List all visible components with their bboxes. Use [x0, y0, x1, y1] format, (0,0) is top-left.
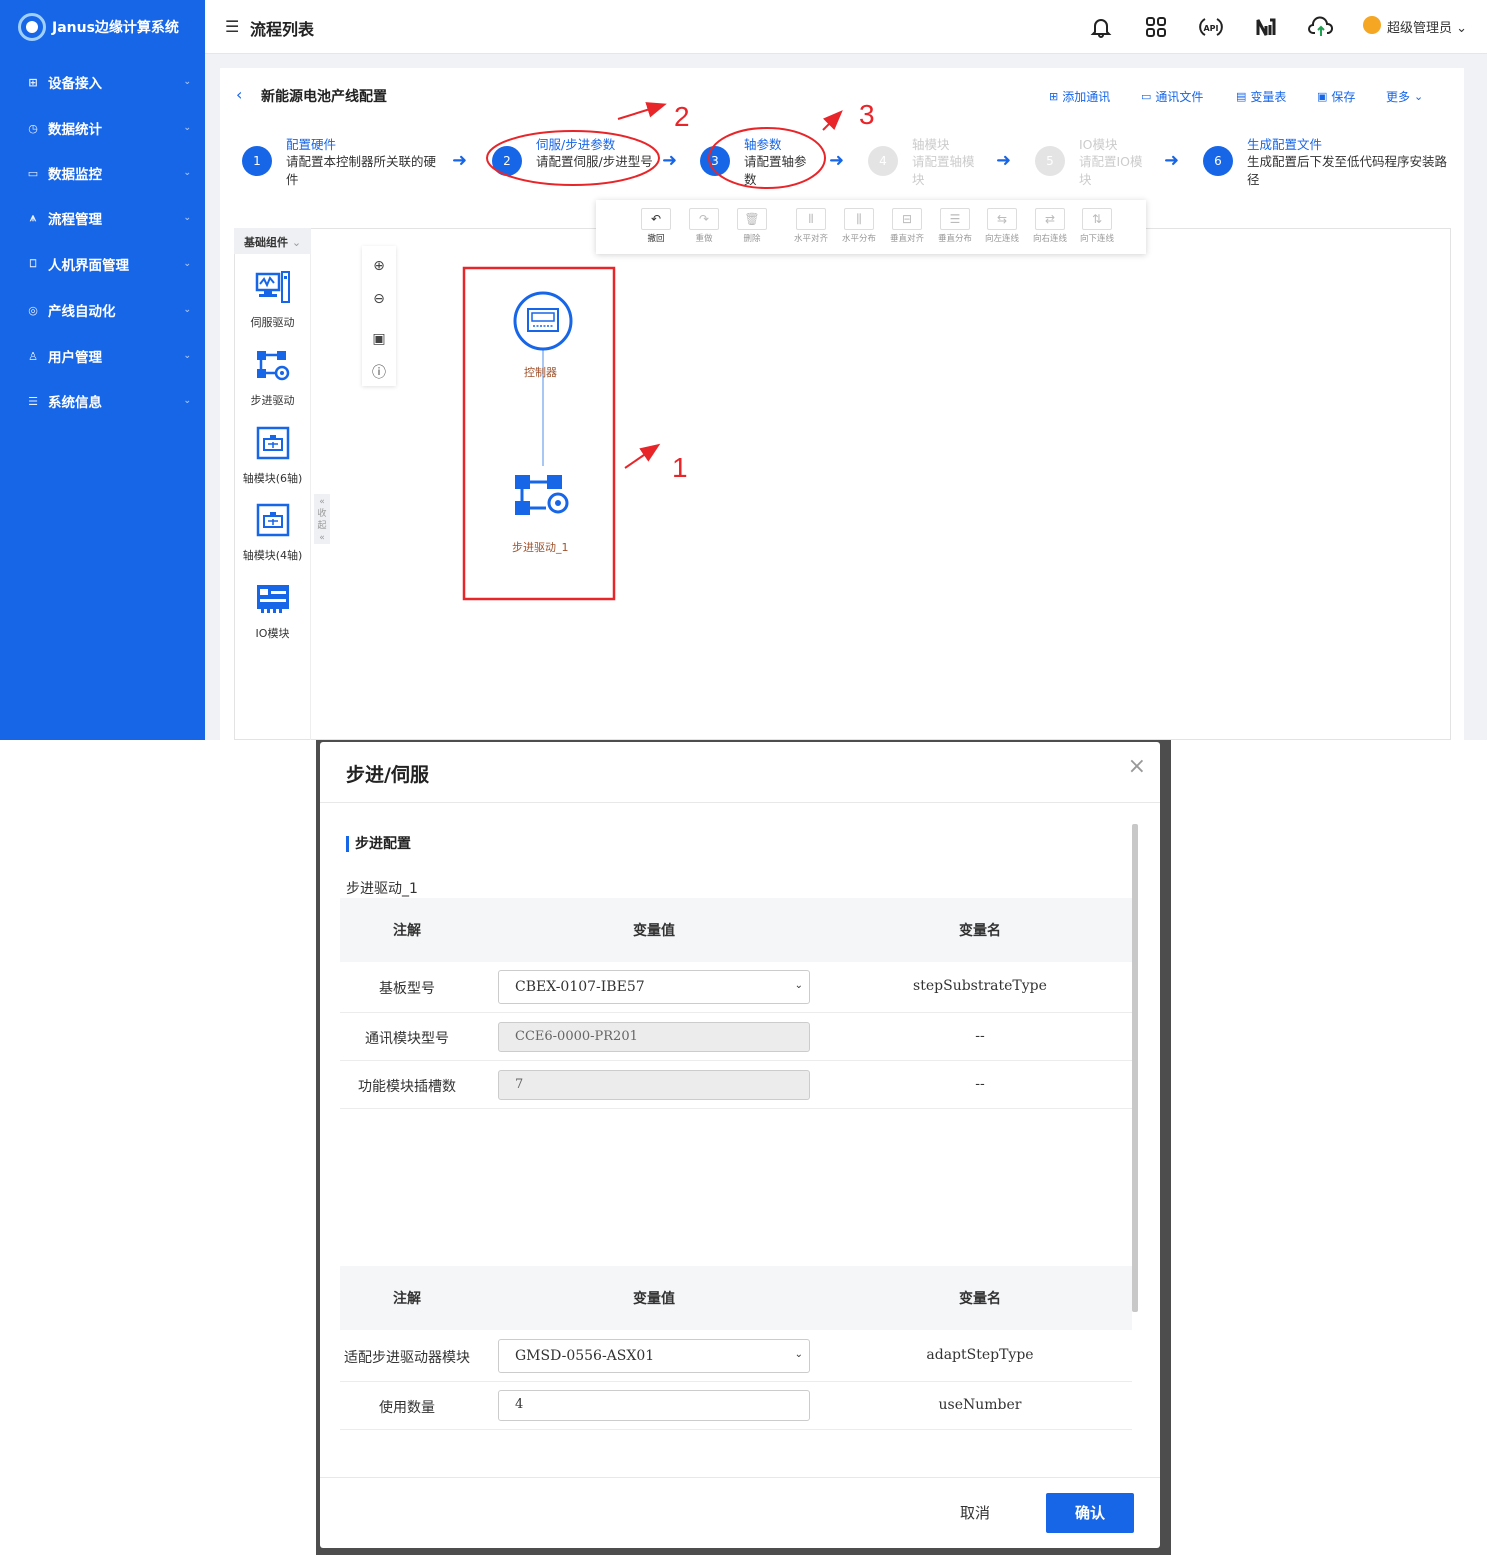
- table-row: 通讯模块型号 CCE6-0000-PR201 --: [340, 1013, 1132, 1061]
- select-value: CBEX-0107-IBE57: [515, 979, 645, 995]
- column-header: 变量名: [959, 923, 1001, 939]
- annotation-mark-3: 3: [859, 99, 875, 130]
- use-number-input[interactable]: 4: [498, 1390, 810, 1421]
- table-row: 功能模块插槽数 7 --: [340, 1061, 1132, 1109]
- divider: [320, 802, 1160, 803]
- chevron-down-icon: ⌄: [794, 1349, 803, 1360]
- variable-name: stepSubstrateType: [913, 978, 1047, 994]
- annotation-arrow-2: [617, 102, 667, 120]
- column-header: 变量名: [959, 1291, 1001, 1307]
- adapt-step-type-select[interactable]: GMSD-0556-ASX01 ⌄: [498, 1339, 810, 1373]
- close-icon[interactable]: ×: [1128, 754, 1146, 779]
- divider: [320, 1477, 1160, 1478]
- scrollbar[interactable]: [1132, 824, 1138, 1312]
- annotation-arrow-3: [822, 110, 843, 131]
- variable-name: --: [975, 1076, 985, 1092]
- column-header: 注解: [393, 923, 421, 939]
- row-label: 适配步进驱动器模块: [344, 1350, 470, 1366]
- variable-name: --: [975, 1028, 985, 1044]
- table-row: 适配步进驱动器模块 GMSD-0556-ASX01 ⌄ adaptStepType: [340, 1330, 1132, 1382]
- annotation-mark-2: 2: [674, 101, 690, 132]
- section-title: 步进配置: [346, 836, 411, 852]
- modal-backdrop: 步进/伺服 × 步进配置 步进驱动_1 注解 变量值 变量名 基板型号 CBEX…: [316, 740, 1171, 1555]
- cancel-button[interactable]: 取消: [960, 1502, 990, 1523]
- section-subtitle: 步进驱动_1: [346, 881, 418, 897]
- row-label: 使用数量: [379, 1400, 435, 1416]
- dialog-title: 步进/伺服: [346, 764, 429, 786]
- field-value: 7: [515, 1077, 524, 1092]
- confirm-button[interactable]: 确认: [1046, 1493, 1134, 1533]
- stepper-servo-dialog: 步进/伺服 × 步进配置 步进驱动_1 注解 变量值 变量名 基板型号 CBEX…: [320, 742, 1160, 1548]
- input-value: 4: [515, 1397, 524, 1412]
- chevron-down-icon: ⌄: [794, 980, 803, 991]
- annotation-arrow-1: [624, 443, 661, 469]
- annotation-mark-1: 1: [672, 452, 688, 483]
- comm-module-type-field: CCE6-0000-PR201: [498, 1022, 810, 1052]
- app-window: Janus边缘计算系统 ⊞ 设备接入 ⌄ ◷ 数据统计 ⌄ ▭ 数据监控 ⌄ ⩚…: [0, 0, 1487, 740]
- select-value: GMSD-0556-ASX01: [515, 1348, 655, 1364]
- column-header: 变量值: [633, 923, 675, 939]
- table-row: 基板型号 CBEX-0107-IBE57 ⌄ stepSubstrateType: [340, 962, 1132, 1013]
- annotation-overlay: 2 3 1: [486, 99, 875, 483]
- table-row: 使用数量 4 useNumber: [340, 1382, 1132, 1430]
- substrate-type-select[interactable]: CBEX-0107-IBE57 ⌄: [498, 970, 810, 1004]
- table-header: 注解 变量值 变量名: [340, 898, 1132, 962]
- row-label: 功能模块插槽数: [358, 1079, 456, 1095]
- annotation-ellipse-step-2: [486, 130, 660, 186]
- field-value: CCE6-0000-PR201: [515, 1029, 638, 1044]
- column-header: 注解: [393, 1291, 421, 1307]
- column-header: 变量值: [633, 1291, 675, 1307]
- variable-name: adaptStepType: [926, 1347, 1034, 1363]
- table-header: 注解 变量值 变量名: [340, 1266, 1132, 1330]
- row-label: 通讯模块型号: [365, 1031, 449, 1047]
- function-slot-count-field: 7: [498, 1070, 810, 1100]
- row-label: 基板型号: [379, 981, 435, 997]
- variable-name: useNumber: [938, 1397, 1022, 1413]
- annotation-ellipse-step-3: [708, 127, 826, 189]
